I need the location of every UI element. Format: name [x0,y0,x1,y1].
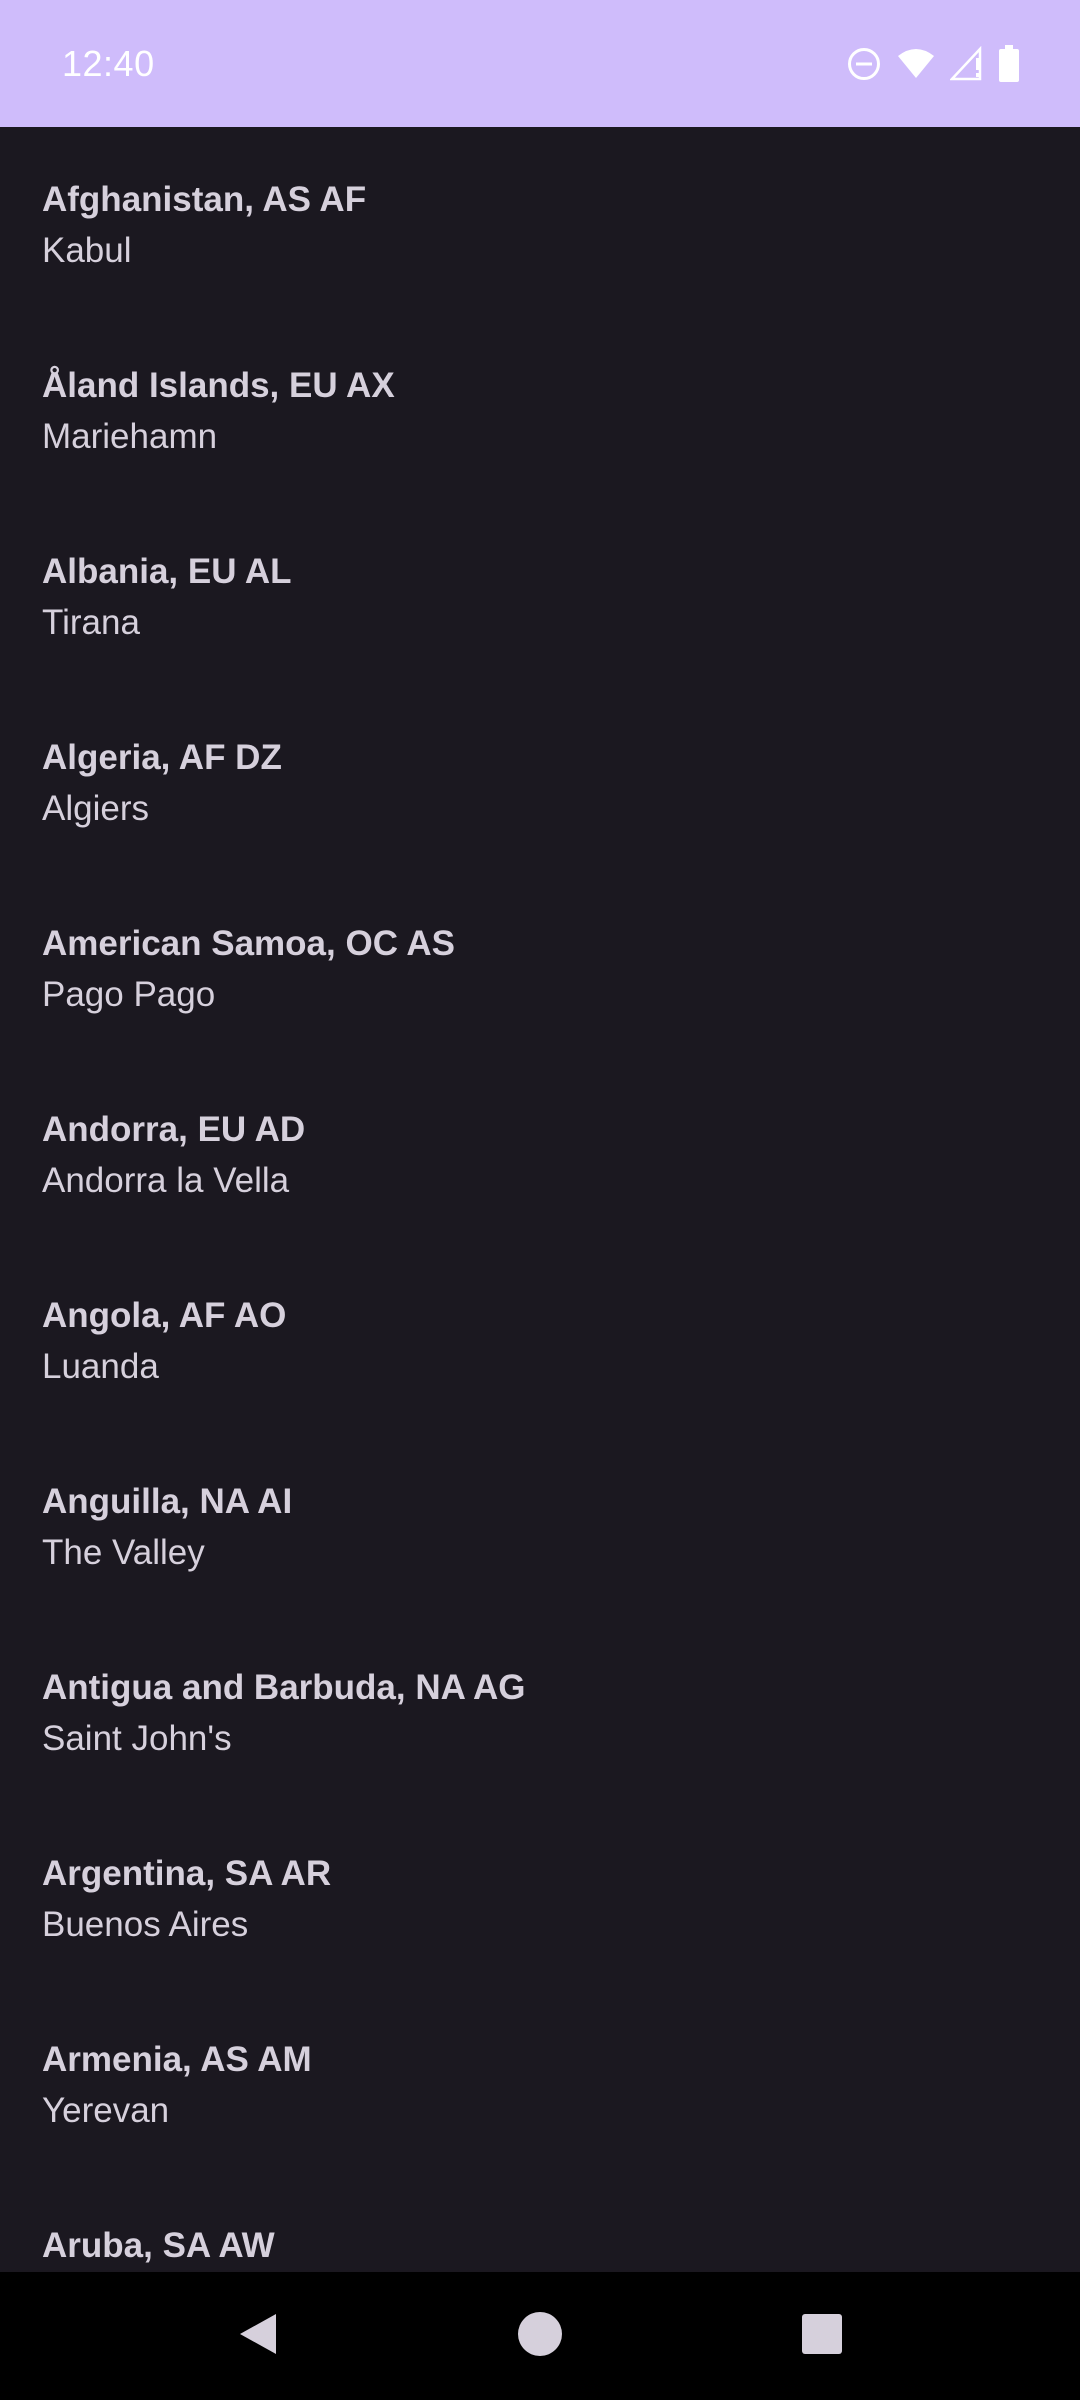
list-item[interactable]: Antigua and Barbuda, NA AG Saint John's [0,1615,1080,1801]
recents-button[interactable] [762,2272,882,2400]
list-item[interactable]: American Samoa, OC AS Pago Pago [0,871,1080,1057]
battery-icon [998,44,1020,83]
country-capital: Luanda [42,1347,159,1386]
list-item[interactable]: Åland Islands, EU AX Mariehamn [0,313,1080,499]
navigation-bar [0,2272,1080,2400]
country-title: Armenia, AS AM [42,2040,312,2079]
country-title: Albania, EU AL [42,552,292,591]
country-title: Angola, AF AO [42,1296,287,1335]
wifi-icon [896,46,936,82]
country-title: Antigua and Barbuda, NA AG [42,1668,526,1707]
country-capital: The Valley [42,1533,205,1572]
country-title: Afghanistan, AS AF [42,180,367,219]
country-capital: Kabul [42,231,132,270]
status-time: 12:40 [62,42,155,84]
list-item[interactable]: Argentina, SA AR Buenos Aires [0,1801,1080,1987]
country-title: Aruba, SA AW [42,2226,275,2265]
recents-icon [801,2313,843,2360]
status-icons [846,44,1020,83]
list-item[interactable]: Armenia, AS AM Yerevan [0,1987,1080,2173]
cellular-no-signal-icon [950,45,984,82]
status-bar: 12:40 [0,0,1080,127]
country-capital: Tirana [42,603,140,642]
list-item[interactable]: Algeria, AF DZ Algiers [0,685,1080,871]
back-button[interactable] [198,2272,318,2400]
country-title: Åland Islands, EU AX [42,366,395,405]
country-capital: Saint John's [42,1719,232,1758]
list-item[interactable]: Afghanistan, AS AF Kabul [0,127,1080,313]
country-title: American Samoa, OC AS [42,924,456,963]
country-capital: Buenos Aires [42,1905,249,1944]
back-icon [236,2310,280,2363]
country-title: Anguilla, NA AI [42,1482,293,1521]
country-capital: Andorra la Vella [42,1161,290,1200]
home-button[interactable] [480,2272,600,2400]
home-icon [516,2310,564,2363]
screen: 12:40 Afghanistan, AS AF Kabul Åland Isl… [0,0,1080,2400]
list-item[interactable]: Anguilla, NA AI The Valley [0,1429,1080,1615]
list-item[interactable]: Aruba, SA AW [0,2173,1080,2272]
list-item[interactable]: Albania, EU AL Tirana [0,499,1080,685]
list-item[interactable]: Andorra, EU AD Andorra la Vella [0,1057,1080,1243]
country-list[interactable]: Afghanistan, AS AF Kabul Åland Islands, EU… [0,127,1080,2272]
country-capital: Yerevan [42,2091,170,2130]
do-not-disturb-icon [846,46,882,82]
country-title: Andorra, EU AD [42,1110,306,1149]
country-title: Algeria, AF DZ [42,738,282,777]
country-title: Argentina, SA AR [42,1854,332,1893]
country-capital: Algiers [42,789,149,828]
country-capital: Mariehamn [42,417,218,456]
country-capital: Pago Pago [42,975,216,1014]
list-item[interactable]: Angola, AF AO Luanda [0,1243,1080,1429]
